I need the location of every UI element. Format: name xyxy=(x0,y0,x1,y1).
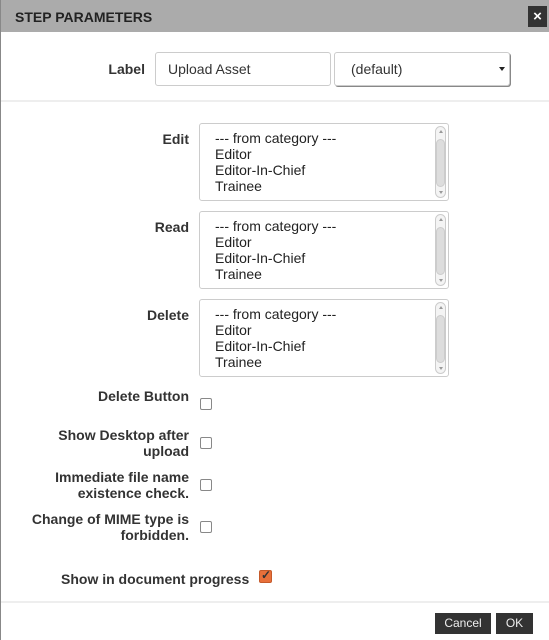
immediate-check-checkbox[interactable] xyxy=(200,479,212,491)
immediate-check-label: Immediate file name existence check. xyxy=(1,469,189,501)
ok-button[interactable]: OK xyxy=(496,613,533,634)
list-option[interactable]: Editor-In-Chief xyxy=(215,250,448,266)
list-option[interactable]: Editor xyxy=(215,322,448,338)
show-desktop-label: Show Desktop after upload xyxy=(1,427,189,459)
mime-forbidden-label: Change of MIME type is forbidden. xyxy=(1,511,189,543)
label-line: Show Desktop after xyxy=(58,427,189,443)
scroll-down-icon[interactable] xyxy=(439,367,443,370)
label-line: forbidden. xyxy=(120,527,189,543)
edit-listbox[interactable]: --- from category --- Editor Editor-In-C… xyxy=(199,123,449,201)
dialog-titlebar[interactable]: STEP PARAMETERS × xyxy=(1,0,549,32)
label-line: Delete Button xyxy=(98,388,189,404)
label-line: Change of MIME type is xyxy=(31,511,189,527)
label-line: existence check. xyxy=(77,485,189,501)
show-desktop-checkbox[interactable] xyxy=(200,437,212,449)
read-listbox[interactable]: --- from category --- Editor Editor-In-C… xyxy=(199,211,449,289)
mime-forbidden-checkbox[interactable] xyxy=(200,521,212,533)
scroll-thumb[interactable] xyxy=(436,315,445,363)
label-select-value: (default) xyxy=(351,61,403,77)
scroll-up-icon[interactable] xyxy=(439,130,443,133)
label-select[interactable]: (default) xyxy=(334,52,510,86)
scrollbar[interactable] xyxy=(435,214,446,286)
list-option[interactable]: Editor-In-Chief xyxy=(215,162,448,178)
list-option[interactable]: --- from category --- xyxy=(215,130,448,146)
show-progress-checkbox[interactable]: ✓ xyxy=(259,568,272,583)
checkmark-icon: ✓ xyxy=(261,568,272,582)
scrollbar[interactable] xyxy=(435,126,446,198)
label-field-label: Label xyxy=(108,61,145,77)
list-option[interactable]: Editor xyxy=(215,146,448,162)
delete-button-label: Delete Button xyxy=(1,388,189,404)
list-option[interactable]: Editor xyxy=(215,234,448,250)
scroll-up-icon[interactable] xyxy=(439,306,443,309)
read-label: Read xyxy=(154,219,189,235)
list-option[interactable]: Trainee xyxy=(215,178,448,194)
scrollbar[interactable] xyxy=(435,302,446,374)
list-option[interactable]: Trainee xyxy=(215,266,448,282)
show-progress-label: Show in document progress xyxy=(61,571,250,587)
close-icon[interactable]: × xyxy=(528,6,547,27)
label-line: Immediate file name xyxy=(55,469,189,485)
scroll-thumb[interactable] xyxy=(436,227,445,275)
chevron-down-icon xyxy=(499,67,505,71)
list-option[interactable]: --- from category --- xyxy=(215,306,448,322)
scroll-thumb[interactable] xyxy=(436,139,445,187)
label-line: upload xyxy=(143,443,189,459)
delete-listbox[interactable]: --- from category --- Editor Editor-In-C… xyxy=(199,299,449,377)
dialog-title: STEP PARAMETERS xyxy=(15,9,153,25)
list-option[interactable]: Trainee xyxy=(215,354,448,370)
scroll-up-icon[interactable] xyxy=(439,218,443,221)
divider xyxy=(1,100,549,102)
list-option[interactable]: Editor-In-Chief xyxy=(215,338,448,354)
edit-label: Edit xyxy=(162,131,189,147)
scroll-down-icon[interactable] xyxy=(439,279,443,282)
delete-label: Delete xyxy=(146,307,189,323)
label-input[interactable]: Upload Asset xyxy=(155,52,331,86)
scroll-down-icon[interactable] xyxy=(439,191,443,194)
footer-divider xyxy=(1,601,549,603)
delete-button-checkbox[interactable] xyxy=(200,398,212,410)
cancel-button[interactable]: Cancel xyxy=(435,613,491,634)
step-parameters-dialog: STEP PARAMETERS × Label Upload Asset (de… xyxy=(0,0,549,640)
list-option[interactable]: --- from category --- xyxy=(215,218,448,234)
